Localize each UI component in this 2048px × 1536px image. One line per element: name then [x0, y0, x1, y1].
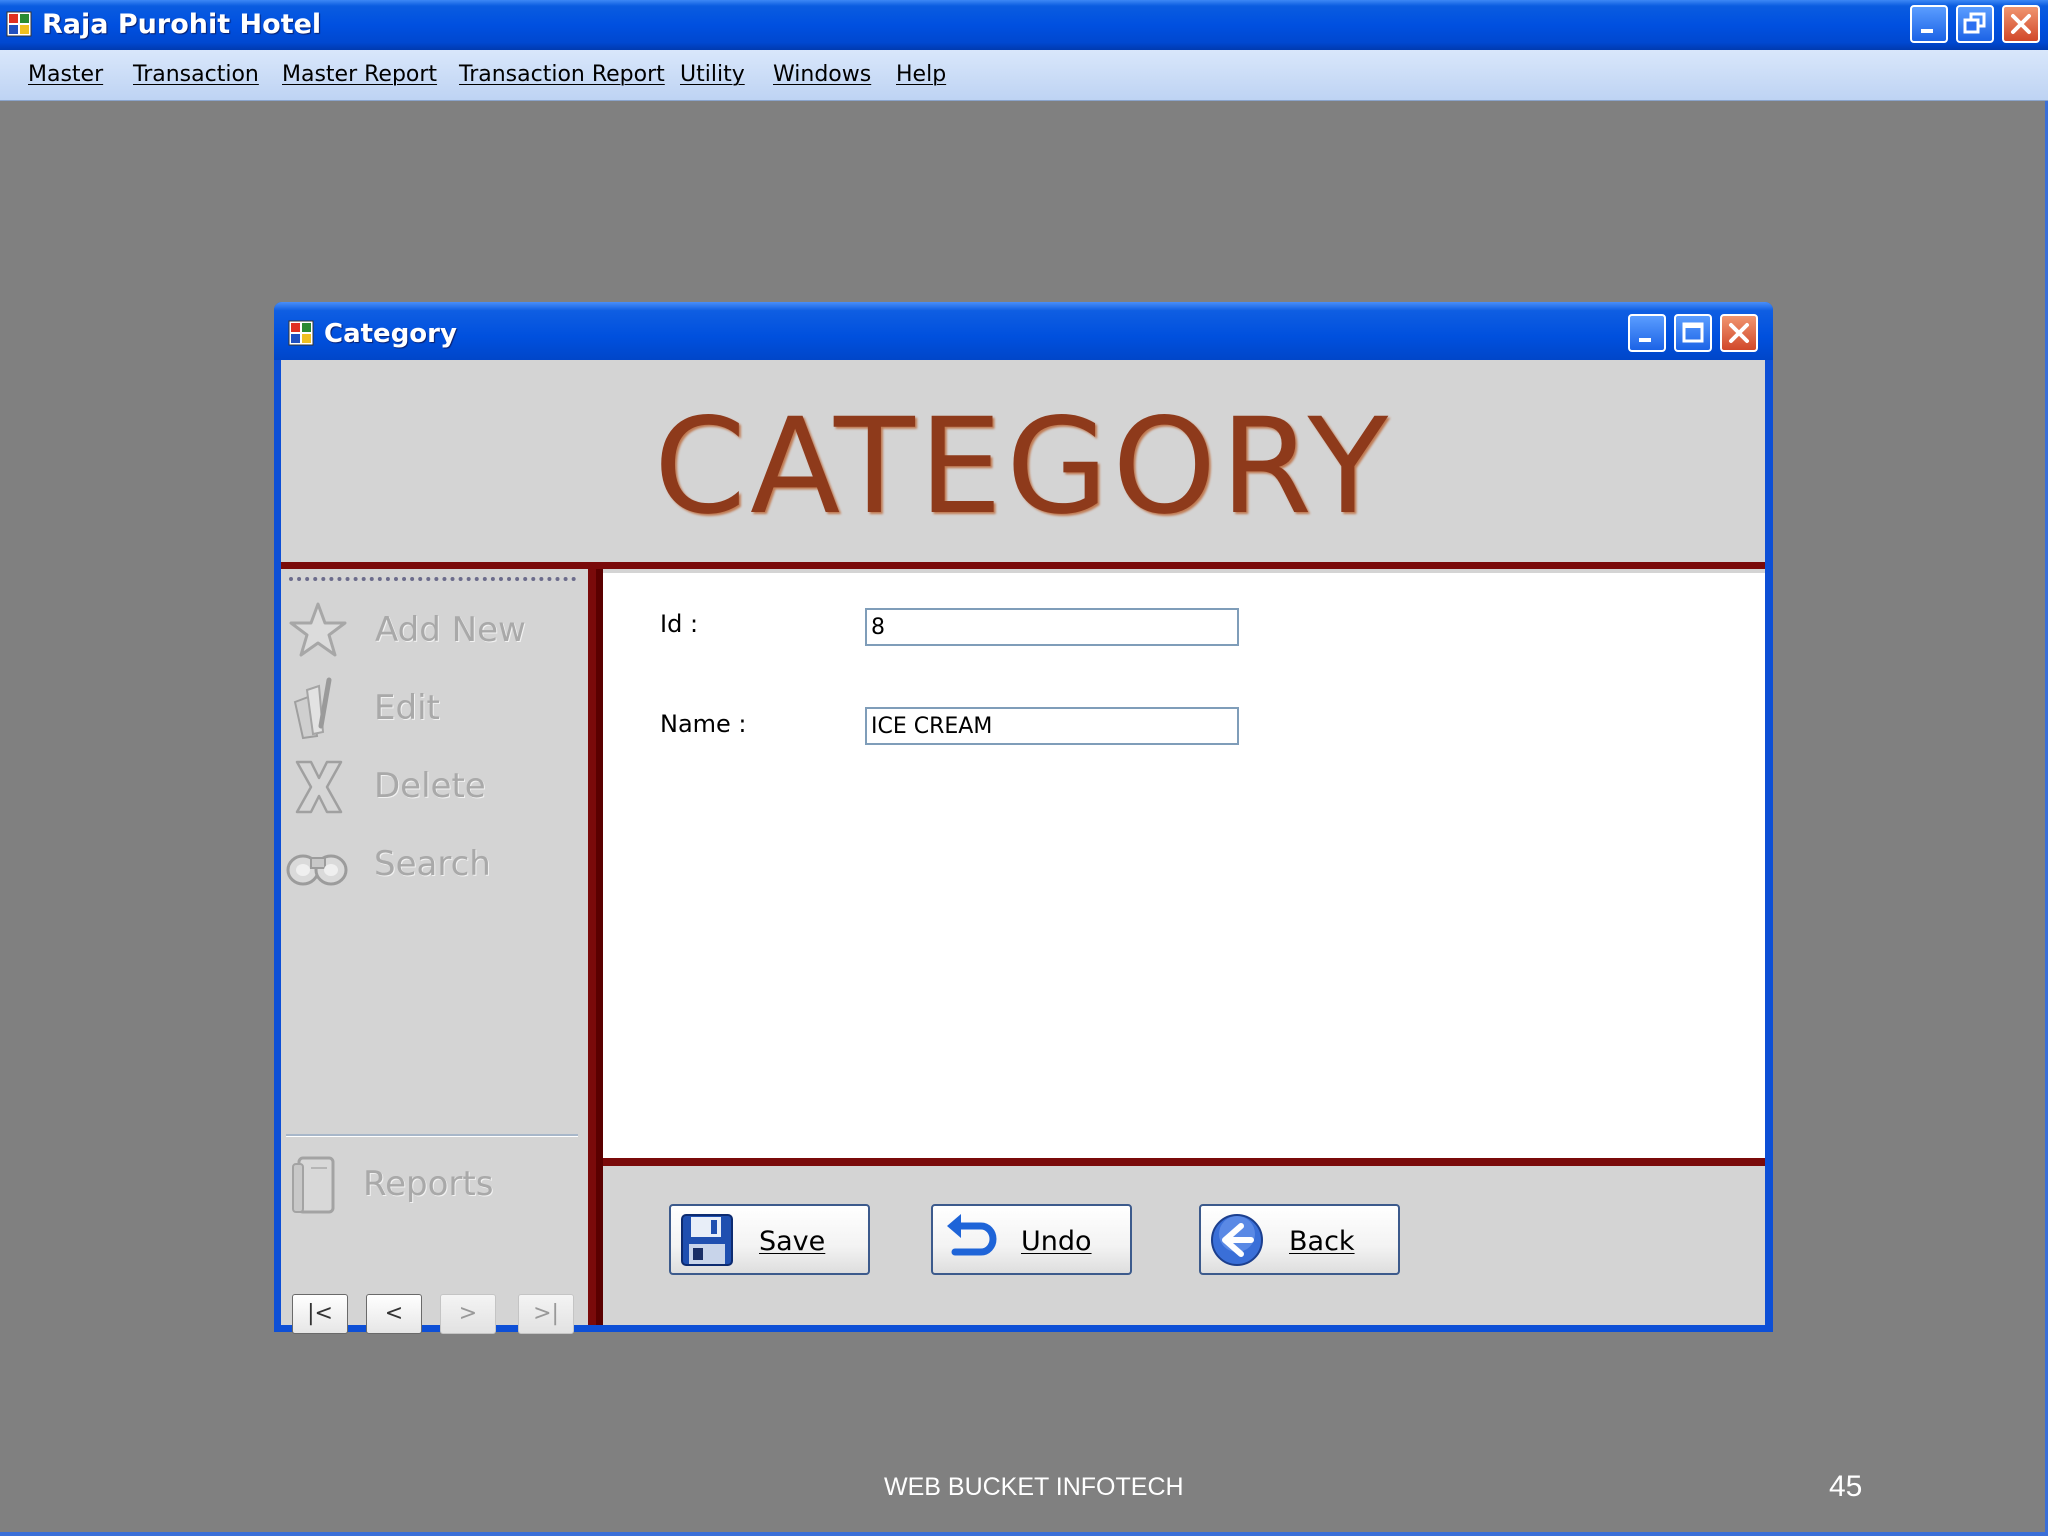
menu-bar: Master Transaction Master Report Transac…	[0, 50, 2048, 101]
category-window-titlebar: Category	[274, 302, 1773, 360]
window-maximize-button[interactable]	[1674, 314, 1712, 352]
page-title: CATEGORY	[653, 390, 1393, 544]
star-icon	[287, 600, 349, 667]
back-label: Back	[1289, 1226, 1355, 1257]
binoculars-icon	[285, 840, 351, 895]
menu-utility[interactable]: Utility	[680, 62, 745, 87]
menu-help[interactable]: Help	[896, 62, 946, 87]
side-divider	[588, 569, 596, 1325]
toolbar-grip[interactable]	[289, 577, 576, 581]
book-icon	[289, 1152, 345, 1223]
save-label: Save	[759, 1226, 826, 1257]
delete-button[interactable]: Delete	[281, 754, 581, 816]
toolbar-separator	[286, 1134, 578, 1137]
side-toolbar: Add New Edit Delete Search Reports |< < …	[281, 570, 583, 1334]
restore-button[interactable]	[1956, 5, 1994, 43]
close-button[interactable]	[2002, 5, 2040, 43]
window-title: Category	[324, 319, 457, 349]
header-divider	[281, 562, 1765, 569]
undo-button[interactable]: Undo	[931, 1204, 1132, 1275]
search-button[interactable]: Search	[281, 832, 581, 894]
nav-last-button[interactable]: >|	[518, 1294, 574, 1334]
form-panel: Id : Name :	[603, 573, 1765, 1158]
window-close-button[interactable]	[1720, 314, 1758, 352]
nav-previous-button[interactable]: <	[366, 1294, 422, 1334]
add-new-button[interactable]: Add New	[281, 598, 581, 660]
window-minimize-button[interactable]	[1628, 314, 1666, 352]
app-title: Raja Purohit Hotel	[42, 9, 322, 40]
name-label: Name :	[660, 710, 747, 738]
reports-button[interactable]: Reports	[281, 1152, 581, 1214]
category-window: Category CATEGORY Add New Edit Delete Se…	[274, 302, 1773, 1334]
app-titlebar: Raja Purohit Hotel	[0, 0, 2048, 50]
app-icon	[6, 11, 32, 37]
side-divider-shadow	[596, 569, 603, 1325]
name-field[interactable]	[865, 707, 1239, 745]
add-new-label: Add New	[375, 610, 526, 650]
edit-label: Edit	[374, 688, 440, 728]
edit-button[interactable]: Edit	[281, 676, 581, 740]
page-number: 45	[1829, 1470, 1863, 1503]
menu-windows[interactable]: Windows	[773, 62, 871, 87]
menu-transaction-report[interactable]: Transaction Report	[459, 62, 665, 87]
id-label: Id :	[660, 610, 699, 638]
floppy-disk-icon	[679, 1212, 735, 1268]
delete-icon	[289, 756, 349, 823]
back-button[interactable]: Back	[1199, 1204, 1400, 1275]
action-bar: Save Undo Back	[603, 1170, 1765, 1325]
footer-text: WEB BUCKET INFOTECH	[884, 1473, 1184, 1501]
search-label: Search	[374, 844, 491, 884]
menu-master[interactable]: Master	[28, 62, 103, 87]
menu-master-report[interactable]: Master Report	[282, 62, 437, 87]
undo-label: Undo	[1021, 1226, 1092, 1257]
reports-label: Reports	[363, 1164, 494, 1204]
edit-icon	[289, 676, 349, 747]
back-arrow-icon	[1209, 1212, 1265, 1268]
nav-first-button[interactable]: |<	[292, 1294, 348, 1334]
undo-icon	[941, 1212, 997, 1268]
header-band: CATEGORY	[281, 360, 1765, 562]
window-icon	[288, 320, 314, 346]
category-window-body: CATEGORY Add New Edit Delete Search Repo…	[281, 360, 1765, 1334]
nav-next-button[interactable]: >	[440, 1294, 496, 1334]
menu-transaction[interactable]: Transaction	[133, 62, 259, 87]
delete-label: Delete	[374, 766, 486, 806]
id-field[interactable]	[865, 608, 1239, 646]
save-button[interactable]: Save	[669, 1204, 870, 1275]
form-bottom-divider	[603, 1158, 1765, 1166]
minimize-button[interactable]	[1910, 5, 1948, 43]
